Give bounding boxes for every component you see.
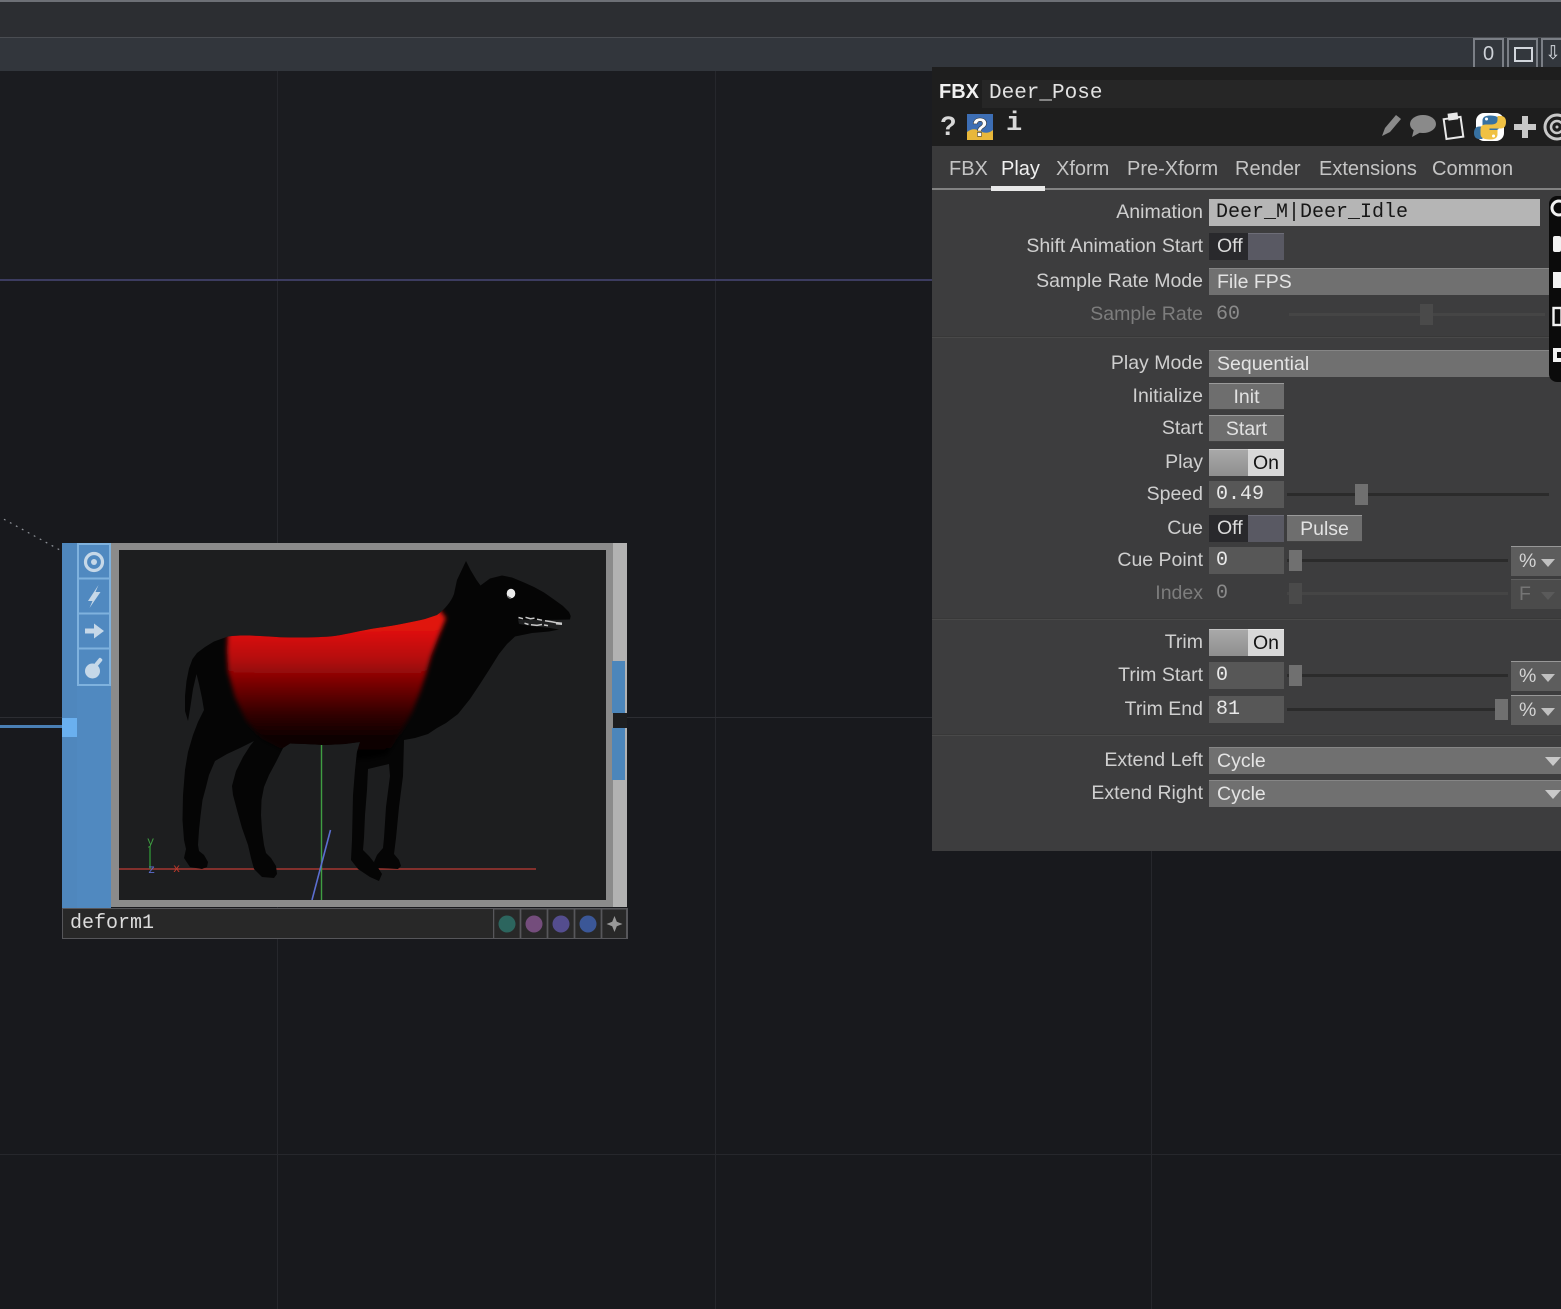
svg-text:x: x [173,862,180,876]
svg-text:z: z [148,863,155,877]
svg-text:y: y [147,835,154,849]
